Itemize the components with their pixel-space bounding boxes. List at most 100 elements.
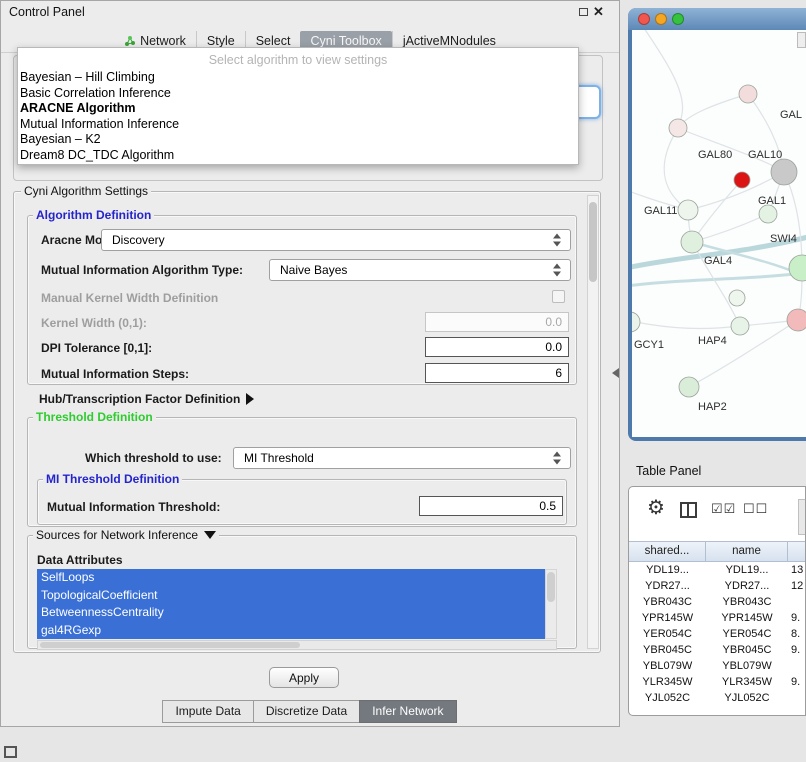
- table-cell: YJL052C: [629, 690, 706, 706]
- table-cell: YBR045C: [706, 642, 788, 658]
- column-header-shared[interactable]: shared...: [629, 541, 706, 562]
- column-header-partial[interactable]: [788, 541, 806, 562]
- kernel-width-label: Kernel Width (0,1):: [41, 316, 147, 330]
- data-attributes-list: SelfLoopsTopologicalCoefficientBetweenne…: [37, 569, 545, 639]
- network-scrollbar[interactable]: [797, 32, 806, 48]
- mi-type-select[interactable]: Naive Bayes: [269, 259, 571, 281]
- table-row[interactable]: YPR145WYPR145W9.: [629, 610, 806, 626]
- attribute-item-gal4rgexp[interactable]: gal4RGexp: [37, 622, 545, 640]
- network-node[interactable]: [734, 172, 750, 188]
- gear-icon[interactable]: ⚙: [647, 497, 665, 519]
- collapse-arrow-icon: [204, 531, 216, 539]
- column-header-name[interactable]: name: [706, 541, 788, 562]
- collapsed-panel-icon[interactable]: [4, 746, 17, 758]
- network-node[interactable]: [771, 159, 797, 185]
- table-row[interactable]: YDL19...YDL19...13: [629, 562, 806, 578]
- columns-icon[interactable]: [680, 502, 697, 518]
- network-node-label: GAL: [780, 109, 802, 121]
- mi-threshold-group-title: MI Threshold Definition: [43, 472, 182, 486]
- table-row[interactable]: YBL079WYBL079W: [629, 658, 806, 674]
- bottom-tab-discretize-data[interactable]: Discretize Data: [253, 700, 360, 723]
- algorithm-option-mutual-information-inference[interactable]: Mutual Information Inference: [18, 117, 578, 133]
- network-icon: [124, 35, 136, 47]
- attributes-vscrollbar-thumb[interactable]: [547, 572, 555, 602]
- control-panel-title: Control Panel: [9, 5, 85, 19]
- mi-steps-input[interactable]: [425, 363, 569, 383]
- network-node[interactable]: [678, 200, 698, 220]
- manual-kernel-checkbox[interactable]: [552, 290, 565, 303]
- select-all-checkboxes-icon[interactable]: ☑☑: [711, 501, 736, 517]
- algorithm-option-dream8-dc-tdc-algorithm[interactable]: Dream8 DC_TDC Algorithm: [18, 148, 578, 164]
- network-edge: [692, 214, 768, 242]
- network-edge: [642, 30, 683, 126]
- table-row[interactable]: YER054CYER054C8.: [629, 626, 806, 642]
- table-cell: YBL079W: [629, 658, 706, 674]
- dpi-tolerance-input[interactable]: [425, 337, 569, 357]
- network-window-titlebar[interactable]: [628, 8, 806, 30]
- algorithm-option-bayesian-hill-climbing[interactable]: Bayesian – Hill Climbing: [18, 70, 578, 86]
- mi-steps-label: Mutual Information Steps:: [41, 367, 189, 381]
- which-threshold-select[interactable]: MI Threshold: [233, 447, 571, 469]
- table-row[interactable]: YJL052CYJL052C: [629, 690, 806, 706]
- panel-splitter-arrow[interactable]: [612, 368, 619, 378]
- table-row[interactable]: YDR27...YDR27...12: [629, 578, 806, 594]
- network-node[interactable]: [632, 312, 640, 332]
- table-row[interactable]: YBR043CYBR043C: [629, 594, 806, 610]
- network-node[interactable]: [681, 231, 703, 253]
- network-node[interactable]: [731, 317, 749, 335]
- table-cell: YLR345W: [706, 674, 788, 690]
- mi-threshold-input[interactable]: [419, 496, 563, 516]
- minimize-traffic-light[interactable]: [655, 13, 667, 25]
- settings-scrollbar-thumb[interactable]: [589, 202, 597, 282]
- close-traffic-light[interactable]: [638, 13, 650, 25]
- network-node[interactable]: [787, 309, 806, 331]
- settings-scrollbar[interactable]: [587, 195, 599, 649]
- network-node[interactable]: [759, 205, 777, 223]
- which-threshold-value: MI Threshold: [244, 448, 314, 468]
- network-canvas[interactable]: GALGAL80GAL10GAL11GAL1SWI4GAL4GCY1HAP4HA…: [632, 30, 806, 437]
- clear-all-checkboxes-icon[interactable]: ☐☐: [743, 501, 768, 517]
- network-node[interactable]: [739, 85, 757, 103]
- table-scrollbar[interactable]: [798, 499, 806, 535]
- attributes-hscrollbar[interactable]: [37, 640, 557, 650]
- algorithm-option-basic-correlation-inference[interactable]: Basic Correlation Inference: [18, 86, 578, 102]
- table-header-row: shared...name: [629, 541, 806, 562]
- bottom-tab-infer-network[interactable]: Infer Network: [359, 700, 456, 723]
- hub-definition-toggle[interactable]: Hub/Transcription Factor Definition: [39, 392, 254, 406]
- network-node[interactable]: [679, 377, 699, 397]
- algorithm-option-aracne-algorithm[interactable]: ARACNE Algorithm: [18, 101, 578, 117]
- attribute-item-topologicalcoefficient[interactable]: TopologicalCoefficient: [37, 587, 545, 605]
- zoom-traffic-light[interactable]: [672, 13, 684, 25]
- table-cell: 9.: [788, 642, 806, 658]
- table-row[interactable]: YBR045CYBR045C9.: [629, 642, 806, 658]
- attribute-item-betweennesscentrality[interactable]: BetweennessCentrality: [37, 604, 545, 622]
- close-panel-button[interactable]: ✕: [593, 4, 604, 20]
- network-edge: [692, 180, 742, 242]
- network-node[interactable]: [669, 119, 687, 137]
- attribute-item-selfloops[interactable]: SelfLoops: [37, 569, 545, 587]
- network-node[interactable]: [729, 290, 745, 306]
- tab-label: Select: [256, 34, 291, 48]
- sources-group-toggle[interactable]: Sources for Network Inference: [33, 528, 219, 542]
- attributes-vscrollbar[interactable]: [545, 569, 557, 639]
- bottom-tab-impute-data[interactable]: Impute Data: [162, 700, 253, 723]
- algorithm-option-bayesian-k2[interactable]: Bayesian – K2: [18, 132, 578, 148]
- control-panel-titlebar[interactable]: Control Panel ✕: [1, 1, 619, 25]
- network-node[interactable]: [789, 255, 806, 281]
- network-edge: [678, 94, 748, 128]
- kernel-width-input[interactable]: [425, 312, 569, 332]
- table-cell: YDL19...: [706, 562, 788, 578]
- algorithm-dropdown-list: Select algorithm to view settings Bayesi…: [17, 47, 579, 165]
- table-row[interactable]: YLR345WYLR345W9.: [629, 674, 806, 690]
- table-cell: 9.: [788, 610, 806, 626]
- aracne-mode-value: Discovery: [112, 230, 165, 250]
- aracne-mode-select[interactable]: Discovery: [101, 229, 571, 251]
- dropdown-placeholder: Select algorithm to view settings: [18, 48, 578, 70]
- tab-label: jActiveMNodules: [403, 34, 496, 48]
- table-panel-title: Table Panel: [636, 464, 701, 478]
- tab-label: Cyni Toolbox: [310, 34, 381, 48]
- apply-button[interactable]: Apply: [269, 667, 339, 688]
- float-window-button[interactable]: [579, 8, 588, 16]
- attributes-hscrollbar-thumb[interactable]: [40, 642, 300, 648]
- algorithm-definition-title: Algorithm Definition: [33, 208, 154, 222]
